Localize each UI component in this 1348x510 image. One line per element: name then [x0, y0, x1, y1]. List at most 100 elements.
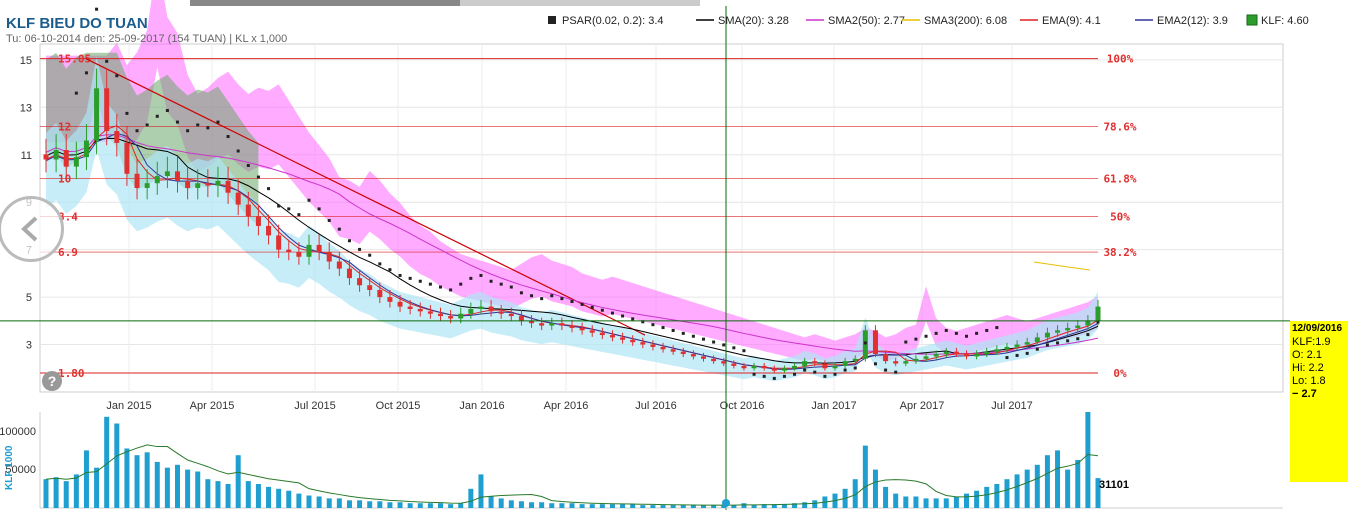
- candle-body: [185, 180, 191, 188]
- psar-dot: [732, 346, 736, 350]
- volume-bar: [124, 448, 130, 508]
- candle-body: [650, 344, 656, 347]
- psar-dot: [580, 302, 584, 306]
- psar-dot: [74, 91, 78, 95]
- volume-bar: [255, 484, 261, 508]
- chart-title: KLF BIEU DO TUAN: [6, 15, 148, 32]
- candle-body: [225, 180, 231, 193]
- volume-bar: [195, 471, 201, 508]
- volume-bar: [883, 486, 889, 508]
- psar-dot: [1056, 341, 1060, 345]
- chevron-left-icon[interactable]: [0, 196, 64, 262]
- psar-dot: [378, 262, 382, 266]
- candle-body: [1044, 332, 1050, 338]
- psar-dot: [610, 311, 614, 315]
- fib-price-label: 12: [58, 120, 71, 133]
- psar-dot: [469, 276, 473, 280]
- candle-body: [903, 361, 909, 364]
- fib-level-label: 0%: [1113, 367, 1127, 380]
- candle-body: [1034, 337, 1040, 343]
- volume-bar: [448, 504, 454, 508]
- volume-bar: [458, 503, 464, 508]
- candle-body: [336, 261, 342, 269]
- candle-body: [953, 351, 959, 355]
- volume-bar: [1024, 469, 1030, 508]
- candle-body: [438, 313, 443, 317]
- volume-bar: [660, 505, 666, 508]
- volume-bar: [559, 503, 565, 508]
- volume-bar: [286, 490, 292, 508]
- psar-dot: [752, 372, 756, 376]
- psar-dot: [793, 372, 797, 376]
- volume-bar: [569, 503, 575, 508]
- candle-body: [73, 157, 79, 167]
- psar-dot: [742, 349, 746, 353]
- price-plot-area: 3579111315Jan 2015Apr 2015Jul 2015Oct 20…: [0, 0, 1290, 510]
- candle-body: [761, 365, 767, 369]
- candle-body: [579, 327, 585, 331]
- candle-body: [387, 297, 393, 302]
- candle-body: [43, 154, 49, 160]
- psar-dot: [712, 340, 716, 344]
- tooltip-low: Lo: 1.8: [1292, 375, 1326, 387]
- legend-label: SMA2(50): 2.77: [828, 15, 905, 27]
- psar-dot: [408, 276, 412, 280]
- psar-dot: [884, 368, 888, 372]
- candle-body: [357, 278, 363, 286]
- fib-price-label: 6.9: [58, 246, 78, 259]
- volume-bar: [336, 498, 342, 508]
- candle-body: [599, 332, 605, 336]
- candle-body: [94, 88, 100, 141]
- volume-bar: [913, 496, 919, 508]
- candle-body: [518, 316, 524, 321]
- psar-dot: [267, 187, 271, 191]
- candle-body: [306, 244, 312, 257]
- psar-dot: [1076, 337, 1080, 341]
- candle-body: [994, 349, 1000, 352]
- candle-body: [690, 354, 696, 357]
- chart-subtitle: Tu: 06-10-2014 den: 25-09-2017 (154 TUAN…: [6, 33, 287, 45]
- candle-body: [711, 358, 717, 362]
- psar-dot: [95, 7, 99, 11]
- tooltip-date: 12/09/2016: [1290, 321, 1348, 336]
- help-icon[interactable]: ?: [42, 371, 62, 391]
- volume-bar: [1075, 460, 1081, 508]
- candle-body: [812, 361, 818, 364]
- volume-bar: [862, 445, 868, 508]
- volume-bar: [245, 481, 251, 508]
- x-tick-label: Apr 2015: [190, 400, 235, 412]
- legend-item: EMA(9): 4.1: [1020, 15, 1101, 27]
- volume-bar: [579, 504, 585, 508]
- candle-body: [498, 311, 504, 314]
- y-tick-label: 15: [20, 55, 32, 67]
- psar-dot: [287, 207, 291, 211]
- psar-dot: [914, 337, 918, 341]
- volume-bar: [609, 504, 615, 508]
- candle-body: [933, 354, 939, 357]
- volume-bar: [185, 469, 191, 508]
- volume-bar: [640, 505, 646, 508]
- psar-dot: [165, 108, 169, 112]
- psar-dot: [904, 340, 908, 344]
- fib-level-label: 38.2%: [1103, 246, 1136, 259]
- psar-dot: [691, 334, 695, 338]
- fib-level-label: 78.6%: [1103, 120, 1136, 133]
- psar-dot: [600, 308, 604, 312]
- volume-bar: [316, 496, 322, 508]
- psar-dot: [459, 282, 463, 286]
- candle-body: [114, 131, 120, 143]
- x-tick-label: Jan 2015: [106, 400, 151, 412]
- psar-dot: [1066, 339, 1070, 343]
- psar-dot: [762, 374, 766, 378]
- candle-body: [175, 171, 180, 181]
- stock-chart: 3579111315Jan 2015Apr 2015Jul 2015Oct 20…: [0, 0, 1309, 510]
- candle-body: [134, 173, 140, 188]
- volume-bar: [154, 461, 160, 508]
- psar-dot: [428, 282, 432, 286]
- legend: PSAR(0.02, 0.2): 3.4 SMA(20): 3.28 SMA2(50…: [548, 14, 1309, 27]
- volume-bar: [630, 504, 636, 508]
- top-scroll-bar[interactable]: [190, 0, 460, 6]
- candle-body: [276, 235, 282, 250]
- y-tick-label: 3: [26, 340, 32, 352]
- volume-bar: [134, 455, 140, 508]
